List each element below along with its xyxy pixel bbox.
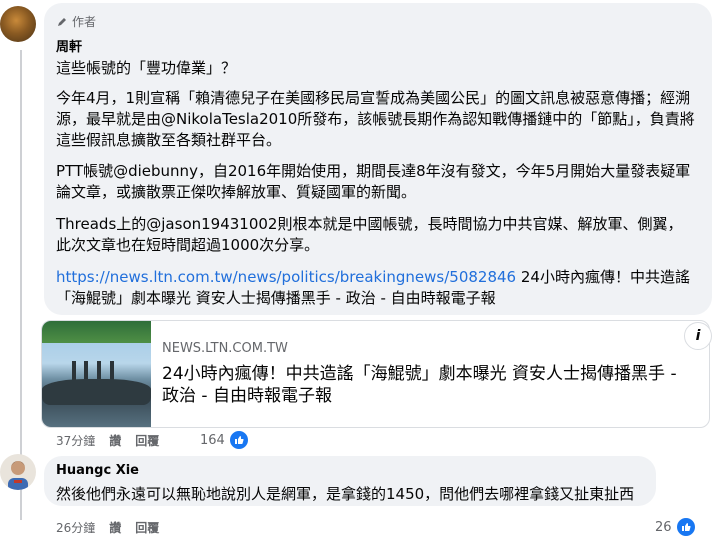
comment-author-name[interactable]: Huangc Xie (56, 463, 139, 478)
reaction-summary[interactable]: 26 (655, 516, 697, 538)
preview-title[interactable]: 24小時內瘋傳！中共造謠「海鯤號」劇本曝光 資安人士揭傳播黑手 - 政治 - 自… (162, 363, 692, 407)
comment-actions: 37分鐘 讚 回覆 (56, 432, 159, 449)
comment-paragraph: Threads上的@jason19431002則根本就是中國帳號，長時間協力中共… (56, 215, 683, 254)
thumbs-up-icon (227, 429, 250, 451)
comment-time[interactable]: 26分鐘 (56, 519, 95, 536)
comment-paragraph: PTT帳號@diebunny，自2016年開始使用，期間長達8年沒有發文，今年5… (56, 162, 691, 201)
pen-icon (58, 17, 66, 26)
avatar[interactable] (0, 6, 36, 42)
link-preview-card[interactable]: NEWS.LTN.COM.TW 24小時內瘋傳！中共造謠「海鯤號」劇本曝光 資安… (41, 320, 710, 428)
comment-link-paragraph: https://news.ltn.com.tw/news/politics/br… (56, 267, 696, 309)
thread-line (20, 50, 22, 520)
like-button[interactable]: 讚 (109, 519, 121, 536)
comment-actions: 26分鐘 讚 回覆 (56, 519, 159, 536)
comment-author-name[interactable]: 周軒 (56, 36, 82, 55)
info-icon[interactable]: i (684, 322, 712, 350)
avatar[interactable] (0, 454, 36, 490)
comment-paragraph: 今年4月，1則宣稱「賴清德兒子在美國移民局宣誓成為美國公民」的圖文訊息被惡意傳播… (56, 89, 695, 149)
comment-text: 然後他們永遠可以無恥地說別人是網軍，是拿錢的1450，問他們去哪裡拿錢又扯東扯西 (56, 485, 635, 503)
like-button[interactable]: 讚 (109, 432, 121, 449)
preview-domain: NEWS.LTN.COM.TW (162, 341, 288, 356)
comment-paragraph: 這些帳號的「豐功偉業」？ (56, 59, 237, 77)
preview-thumbnail (42, 321, 151, 427)
reply-button[interactable]: 回覆 (135, 519, 159, 536)
reaction-summary[interactable]: 164 (200, 429, 250, 451)
author-badge-label: 作者 (72, 15, 97, 29)
thumbs-up-icon (674, 516, 697, 538)
comment-time[interactable]: 37分鐘 (56, 432, 95, 449)
reaction-count: 26 (655, 519, 672, 535)
reply-button[interactable]: 回覆 (135, 432, 159, 449)
reaction-count: 164 (200, 432, 225, 448)
author-badge: 作者 (56, 13, 96, 30)
news-link[interactable]: https://news.ltn.com.tw/news/politics/br… (56, 268, 516, 286)
